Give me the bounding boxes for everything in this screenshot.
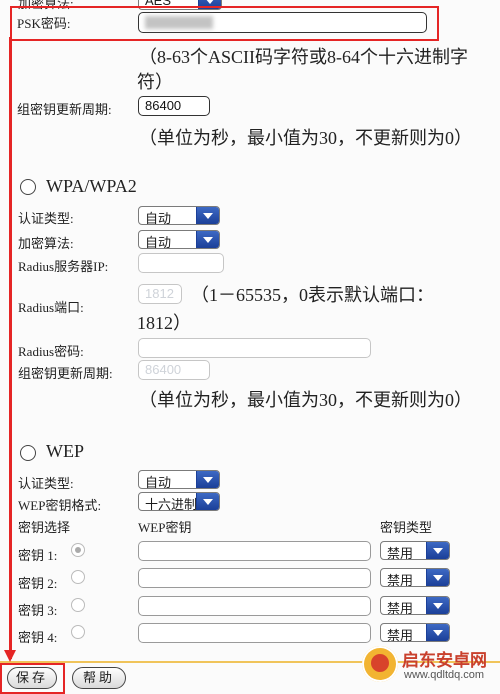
watermark-logo-dot	[371, 654, 389, 672]
wpa-auth-select[interactable]: 自动	[138, 206, 220, 225]
wep-key-4-radio[interactable]	[71, 625, 85, 639]
wpa-enc-value: 自动	[145, 235, 172, 249]
psk-hint: （8-63个ASCII码字符或8-64个十六进制字	[139, 47, 468, 67]
wep-key-3-type-select[interactable]: 禁用	[380, 596, 450, 615]
wep-key-4-label: 密钥 4:	[18, 630, 58, 645]
wep-key-2-type-select[interactable]: 禁用	[380, 568, 450, 587]
chevron-down-icon	[426, 624, 449, 641]
chevron-down-icon	[196, 471, 219, 488]
radius-password-label: Radius密码:	[18, 344, 84, 359]
chevron-down-icon	[196, 207, 219, 224]
save-button[interactable]: 保存	[7, 667, 57, 689]
wep-key-3-label: 密钥 3:	[18, 603, 58, 618]
wep-key-1-type-value: 禁用	[387, 546, 414, 560]
chevron-down-icon	[196, 231, 219, 248]
chevron-down-icon	[426, 542, 449, 559]
wep-key-4-type-select[interactable]: 禁用	[380, 623, 450, 642]
wep-key-1-type-select[interactable]: 禁用	[380, 541, 450, 560]
wep-col-select: 密钥选择	[18, 520, 71, 535]
watermark-logo-icon	[362, 646, 398, 682]
watermark: 启东安卓网 www.qdltdq.com	[362, 644, 500, 690]
radius-port-hint-line2: 1812）	[137, 313, 191, 333]
wep-section-title: WEP	[46, 441, 84, 461]
wpa-group-key-period-hint: （单位为秒，最小值为30，不更新则为0）	[139, 390, 472, 410]
wep-key-3-input[interactable]	[138, 596, 371, 616]
wep-key-2-radio[interactable]	[71, 570, 85, 584]
red-arrow-head-icon	[4, 650, 16, 662]
psk-label: PSK密码:	[17, 16, 71, 31]
wep-format-value: 十六进制	[145, 497, 198, 511]
wep-key-4-input[interactable]	[138, 623, 371, 643]
wep-key-3-type-value: 禁用	[387, 601, 414, 615]
wpa-group-key-period-label: 组密钥更新周期:	[18, 366, 113, 381]
wpa-auth-value: 自动	[145, 211, 172, 225]
wep-radio[interactable]	[20, 445, 36, 461]
radius-ip-label: Radius服务器IP:	[18, 259, 109, 274]
wpa-enc-select[interactable]: 自动	[138, 230, 220, 249]
wep-key-1-radio[interactable]	[71, 543, 85, 557]
psk-password-input[interactable]	[138, 12, 427, 33]
psk-blurred-value	[145, 16, 213, 29]
wep-col-key: WEP密钥	[138, 520, 192, 535]
radius-password-input[interactable]	[138, 338, 371, 358]
watermark-url: www.qdltdq.com	[404, 669, 485, 681]
radius-ip-input[interactable]	[138, 253, 224, 273]
wpa-auth-label: 认证类型:	[18, 211, 74, 226]
chevron-down-icon	[426, 569, 449, 586]
wep-auth-label: 认证类型:	[18, 476, 74, 491]
wep-auth-value: 自动	[145, 475, 172, 489]
psk-hint-line2: 符）	[137, 72, 173, 92]
red-arrow-line	[9, 37, 12, 659]
wep-col-type: 密钥类型	[380, 520, 433, 535]
wep-key-3-radio[interactable]	[71, 598, 85, 612]
wep-format-label: WEP密钥格式:	[18, 498, 102, 513]
wpa-enc-label: 加密算法:	[18, 236, 74, 251]
wep-key-4-type-value: 禁用	[387, 628, 414, 642]
wpa-group-key-period-input[interactable]: 86400	[138, 360, 210, 380]
group-key-period-hint: （单位为秒，最小值为30，不更新则为0）	[139, 128, 472, 148]
chevron-down-icon	[196, 493, 219, 510]
wep-key-2-input[interactable]	[138, 568, 371, 588]
wep-format-select[interactable]: 十六进制	[138, 492, 220, 511]
wep-key-1-label: 密钥 1:	[18, 548, 58, 563]
radius-port-label: Radius端口:	[18, 300, 84, 315]
radius-port-input[interactable]: 1812	[138, 284, 182, 304]
radius-port-hint: （1－65535，0表示默认端口：	[191, 285, 434, 305]
group-key-period-label: 组密钥更新周期:	[17, 102, 112, 117]
wep-auth-select[interactable]: 自动	[138, 470, 220, 489]
wpa-radio[interactable]	[20, 179, 36, 195]
watermark-site: 启东安卓网	[402, 651, 487, 671]
help-button[interactable]: 帮助	[72, 667, 126, 689]
group-key-period-input[interactable]: 86400	[138, 96, 210, 116]
chevron-down-icon	[426, 597, 449, 614]
wep-key-1-input[interactable]	[138, 541, 371, 561]
wpa-section-title: WPA/WPA2	[46, 176, 137, 196]
wep-key-2-label: 密钥 2:	[18, 576, 58, 591]
wep-key-2-type-value: 禁用	[387, 573, 414, 587]
